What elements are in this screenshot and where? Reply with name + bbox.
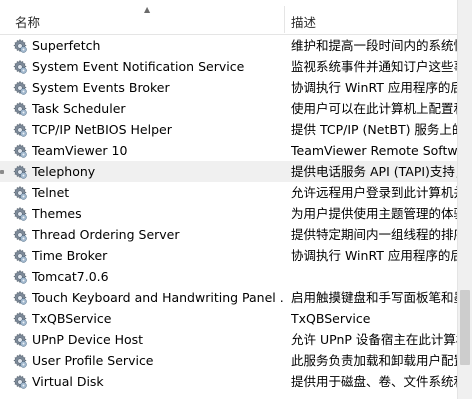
service-name: Task Scheduler: [32, 101, 126, 116]
table-row[interactable]: Thread Ordering Server 提供特定期间内一组线程的排序: [0, 224, 458, 245]
service-name: Thread Ordering Server: [32, 227, 180, 242]
table-row[interactable]: TxQBService TxQBService: [0, 308, 458, 329]
gear-service-icon: [12, 248, 28, 264]
gear-service-icon: [12, 38, 28, 54]
service-description: 监视系统事件并通知订户这些事: [291, 59, 458, 74]
column-header-name[interactable]: 名称: [15, 14, 40, 32]
service-description: 此服务负责加载和卸载用户配置: [291, 353, 458, 368]
focus-marker: [0, 170, 4, 174]
table-row[interactable]: Themes 为用户提供使用主题管理的体验: [0, 203, 458, 224]
service-rows: Superfetch 维护和提高一段时间内的系统性 System Event Not…: [0, 35, 458, 392]
gear-service-icon: [12, 164, 28, 180]
service-name: TxQBService: [32, 311, 112, 326]
table-row[interactable]: Tomcat7.0.6: [0, 266, 458, 287]
service-description: 使用户可以在此计算机上配置和: [291, 101, 458, 116]
table-row[interactable]: System Event Notification Service 监视系统事件并…: [0, 56, 458, 77]
sort-ascending-icon: ▲: [144, 5, 151, 14]
service-name: Telephony: [32, 164, 96, 179]
table-row[interactable]: Task Scheduler 使用户可以在此计算机上配置和: [0, 98, 458, 119]
service-description: 提供用于磁盘、卷、文件系统和: [291, 374, 458, 389]
scrollbar-thumb[interactable]: [460, 290, 470, 365]
gear-service-icon: [12, 59, 28, 75]
service-name: User Profile Service: [32, 353, 154, 368]
service-description: TeamViewer Remote Softwar: [291, 143, 458, 158]
column-divider[interactable]: [284, 6, 285, 33]
service-name: TeamViewer 10: [32, 143, 128, 158]
service-name: Tomcat7.0.6: [32, 269, 109, 284]
service-description: 协调执行 WinRT 应用程序的后: [291, 80, 458, 95]
gear-service-icon: [12, 269, 28, 285]
gear-service-icon: [12, 227, 28, 243]
service-description: 允许 UPnP 设备宿主在此计算机: [291, 332, 458, 347]
gear-service-icon: [12, 206, 28, 222]
service-name: Themes: [32, 206, 82, 221]
table-row[interactable]: Touch Keyboard and Handwriting Panel ...…: [0, 287, 458, 308]
service-name: System Events Broker: [32, 80, 170, 95]
service-name: Superfetch: [32, 38, 101, 53]
table-row[interactable]: Telephony 提供电话服务 API (TAPI)支持，: [0, 161, 458, 182]
service-name: System Event Notification Service: [32, 59, 245, 74]
service-description: 为用户提供使用主题管理的体验: [291, 206, 458, 221]
service-description: 维护和提高一段时间内的系统性: [291, 38, 458, 53]
service-name: Virtual Disk: [32, 374, 104, 389]
service-name: Telnet: [32, 185, 70, 200]
services-list-view: ▲ 名称 描述 Superfetch 维护和提高一段时间内的系统性 System E…: [0, 0, 472, 399]
service-description: 允许远程用户登录到此计算机并: [291, 185, 458, 200]
gear-service-icon: [12, 101, 28, 117]
table-row[interactable]: User Profile Service 此服务负责加载和卸载用户配置: [0, 350, 458, 371]
gear-service-icon: [12, 332, 28, 348]
service-name: UPnP Device Host: [32, 332, 144, 347]
service-description: TxQBService: [291, 311, 371, 326]
table-row[interactable]: Time Broker 协调执行 WinRT 应用程序的后: [0, 245, 458, 266]
table-row[interactable]: Superfetch 维护和提高一段时间内的系统性: [0, 35, 458, 56]
service-name: Touch Keyboard and Handwriting Panel ...: [32, 290, 284, 305]
vertical-scrollbar[interactable]: [457, 0, 472, 399]
service-description: 启用触摸键盘和手写面板笔和墨: [291, 290, 458, 305]
table-row[interactable]: TeamViewer 10 TeamViewer Remote Softwar: [0, 140, 458, 161]
gear-service-icon: [12, 374, 28, 390]
gear-service-icon: [12, 185, 28, 201]
gear-service-icon: [12, 290, 28, 306]
table-row[interactable]: Virtual Disk 提供用于磁盘、卷、文件系统和: [0, 371, 458, 392]
gear-service-icon: [12, 80, 28, 96]
service-name: Time Broker: [32, 248, 108, 263]
service-description: 提供 TCP/IP (NetBT) 服务上的: [291, 122, 458, 137]
gear-service-icon: [12, 311, 28, 327]
table-row[interactable]: System Events Broker 协调执行 WinRT 应用程序的后: [0, 77, 458, 98]
table-row[interactable]: TCP/IP NetBIOS Helper 提供 TCP/IP (NetBT) 服…: [0, 119, 458, 140]
service-description: 提供特定期间内一组线程的排序: [291, 227, 458, 242]
service-name: TCP/IP NetBIOS Helper: [32, 122, 172, 137]
service-description: 协调执行 WinRT 应用程序的后: [291, 248, 458, 263]
table-row[interactable]: Telnet 允许远程用户登录到此计算机并: [0, 182, 458, 203]
gear-service-icon: [12, 353, 28, 369]
table-row[interactable]: UPnP Device Host 允许 UPnP 设备宿主在此计算机: [0, 329, 458, 350]
column-header-description[interactable]: 描述: [291, 14, 316, 32]
gear-service-icon: [12, 143, 28, 159]
list-header: ▲ 名称 描述: [0, 0, 458, 35]
gear-service-icon: [12, 122, 28, 138]
service-description: 提供电话服务 API (TAPI)支持，: [291, 164, 458, 179]
